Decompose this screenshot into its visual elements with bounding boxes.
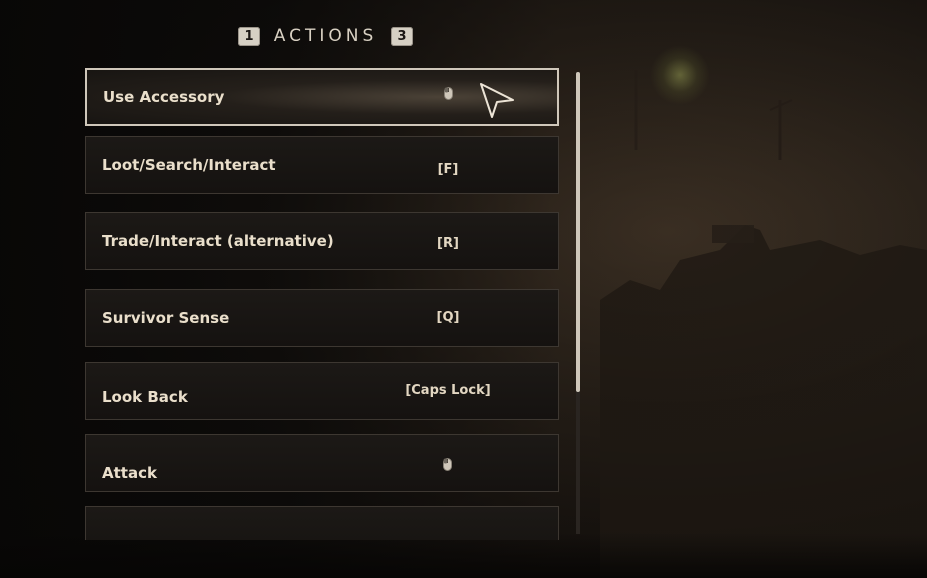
action-label: Loot/Search/Interact — [102, 156, 276, 174]
scrollbar-thumb[interactable] — [576, 72, 580, 392]
action-label: Attack — [102, 464, 157, 482]
prev-tab-key-badge[interactable]: 1 — [238, 26, 260, 46]
action-row-attack[interactable]: Attack — [85, 434, 559, 492]
action-label: Survivor Sense — [102, 309, 230, 327]
action-row-loot-search-interact[interactable]: Loot/Search/Interact [F] — [85, 136, 559, 194]
action-label: Trade/Interact (alternative) — [102, 232, 334, 250]
action-label: Use Accessory — [103, 88, 225, 106]
key-binding[interactable]: [R] — [408, 236, 488, 251]
sun-glow — [650, 45, 710, 105]
page-title: ACTIONS — [273, 26, 378, 46]
actions-header: 1 ACTIONS 3 — [238, 21, 413, 51]
key-binding[interactable]: [Q] — [408, 310, 488, 325]
next-tab-key-badge[interactable]: 3 — [391, 26, 413, 46]
action-row-trade-interact-alternative[interactable]: Trade/Interact (alternative) [R] — [85, 212, 559, 270]
action-label: Look Back — [102, 388, 188, 406]
action-row-look-back[interactable]: Look Back [Caps Lock] — [85, 362, 559, 420]
mouse-cursor-icon — [480, 83, 514, 118]
action-row-partial[interactable] — [85, 506, 559, 540]
key-binding[interactable]: [F] — [408, 162, 488, 177]
action-row-survivor-sense[interactable]: Survivor Sense [Q] — [85, 289, 559, 347]
mouse-icon — [444, 87, 453, 100]
key-binding[interactable]: [Caps Lock] — [398, 383, 498, 398]
actions-list: Use Accessory Loot/Search/Interact [F] T… — [85, 58, 561, 540]
mouse-icon — [443, 458, 452, 471]
